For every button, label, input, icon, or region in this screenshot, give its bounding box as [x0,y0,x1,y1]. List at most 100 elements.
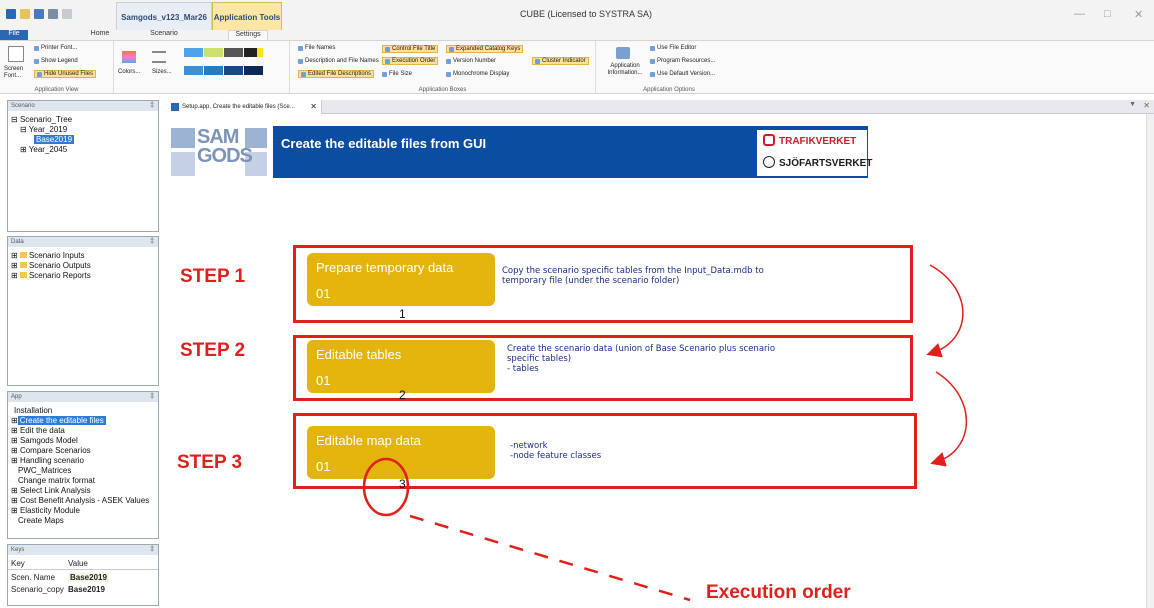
use-file-editor-option[interactable]: Use File Editor [650,45,696,51]
option-icon [298,58,303,64]
step-3-box[interactable]: Editable map data 01 [307,426,495,479]
tree-item-base2019[interactable]: Base2019 [34,135,75,144]
pin-icon[interactable]: ‡ [150,545,154,555]
app-item[interactable]: Change matrix format [18,476,95,485]
app-item[interactable]: Create Maps [18,516,64,525]
pin-icon[interactable]: ‡ [150,101,154,111]
program-resources-button[interactable]: Program Resources... [650,58,715,64]
open-icon[interactable] [20,9,30,19]
description-line: temporary file (under the scenario folde… [502,276,680,286]
color-swatch[interactable] [224,66,243,75]
step-2-box[interactable]: Editable tables 01 [307,340,495,393]
tab-settings[interactable]: Settings [228,30,268,40]
close-document-icon[interactable]: ✕ [1143,101,1150,110]
monochrome-display-option[interactable]: Monochrome Display [446,71,509,77]
info-icon[interactable] [616,47,630,59]
tree-item-scenario-tree[interactable]: ⊟ Scenario_Tree [11,115,72,124]
tab-home[interactable]: Home [80,30,120,40]
tab-scenario[interactable]: Scenario [144,30,184,40]
keys-pane-title: Keys [11,547,25,553]
pin-icon[interactable]: ‡ [150,237,154,247]
app-file-icon [171,103,179,111]
colors-icon[interactable] [122,51,136,63]
description-line: Create the scenario data (union of Base … [507,344,776,354]
edited-file-descriptions-option[interactable]: Edited File Descriptions [298,70,375,78]
toolbar-icon[interactable] [48,9,58,19]
customize-icon[interactable] [62,9,72,19]
option-icon [446,58,451,64]
tree-item-year-2019[interactable]: ⊟ Year_2019 [20,125,67,134]
app-item-label: Elasticity Module [19,506,80,515]
step-3-description: -network -node feature classes [510,441,601,461]
vertical-scrollbar[interactable] [1146,114,1154,608]
color-swatch[interactable] [184,66,203,75]
control-file-title-option[interactable]: Control File Title [382,45,439,53]
color-swatch[interactable] [244,48,263,57]
font-icon[interactable] [8,46,24,62]
step-2-order: 2 [399,388,406,402]
color-swatch[interactable] [244,66,263,75]
cluster-indicator-option[interactable]: Cluster Indicator [532,57,589,65]
tree-item-year-2045[interactable]: ⊞ Year_2045 [20,145,67,154]
samgods-logo: SAM GODS [197,127,253,167]
color-swatch[interactable] [224,48,243,57]
sizes-button[interactable]: Sizes... [152,69,172,75]
context-tab-application-tools[interactable]: Application Tools [212,2,282,32]
step-1-box[interactable]: Prepare temporary data 01 [307,253,495,306]
color-swatch[interactable] [204,48,223,57]
execution-order-option[interactable]: Execution Order [382,57,439,65]
save-icon[interactable] [34,9,44,19]
app-item-label: Edit the data [19,426,65,435]
tab-file[interactable]: File [0,30,28,40]
description-file-names-option[interactable]: Description and File Names [298,58,379,64]
printer-font-button[interactable]: Printer Font... [34,45,77,51]
tree-item-scenario-reports[interactable]: ⊞ Scenario Reports [11,271,91,280]
screen-font-button[interactable]: Screen Font... [4,66,30,80]
expanded-catalog-keys-option[interactable]: Expanded Catalog Keys [446,45,524,53]
tree-item-scenario-outputs[interactable]: ⊞ Scenario Outputs [11,261,91,270]
close-icon[interactable]: ✕ [1134,8,1143,21]
hide-unused-files-button[interactable]: Hide Unused Files [34,70,97,78]
colors-button[interactable]: Colors... [118,69,140,75]
tab-list-icon[interactable]: ▼ [1129,101,1136,108]
app-item-label: Handling scenario [19,456,84,465]
window-title: CUBE (Licensed to SYSTRA SA) [520,9,653,19]
close-tab-icon[interactable]: ✕ [310,100,317,114]
app-item[interactable]: ⊞ Edit the data [11,426,65,435]
trafikverket-icon [763,134,775,146]
context-tab-project[interactable]: Samgods_v123_Mar26 [116,2,212,32]
color-swatch[interactable] [184,48,203,57]
file-names-option[interactable]: File Names [298,45,335,51]
document-tab[interactable]: Setup.app, Create the editable files (Sc… [168,100,322,114]
version-number-option[interactable]: Version Number [446,58,496,64]
app-item[interactable]: ⊞ Elasticity Module [11,506,80,515]
logo-line: GODS [197,145,253,167]
restore-icon[interactable]: □ [1104,8,1111,20]
app-pane-title: App [11,394,22,400]
use-file-editor-label: Use File Editor [657,45,697,51]
use-default-version-button[interactable]: Use Default Version... [650,71,715,77]
value-cell[interactable]: Base2019 [68,585,105,594]
app-item[interactable]: ⊞ Cost Benefit Analysis - ASEK Values [11,496,149,505]
show-legend-button[interactable]: Show Legend [34,58,78,64]
app-item[interactable]: ⊞ Samgods Model [11,436,78,445]
hide-unused-files-label: Hide Unused Files [44,71,94,77]
app-item[interactable]: ⊞ Handling scenario [11,456,84,465]
option-icon [382,71,387,77]
app-item-selected[interactable]: ⊞ Create the editable files [11,416,106,425]
app-item[interactable]: Installation [14,406,52,415]
file-size-option[interactable]: File Size [382,71,412,77]
application-information-button[interactable]: Application Information... [602,63,648,77]
value-cell[interactable]: Base2019 [68,573,109,582]
minimize-icon[interactable]: — [1074,8,1085,20]
sizes-icon[interactable] [152,51,166,63]
app-item[interactable]: ⊞ Compare Scenarios [11,446,91,455]
tree-item-scenario-inputs[interactable]: ⊞ Scenario Inputs [11,251,85,260]
pin-icon[interactable]: ‡ [150,392,154,402]
app-icon[interactable] [6,9,16,19]
app-item-label: Create the editable files [17,416,106,425]
app-item[interactable]: PWC_Matrices [18,466,71,475]
app-item[interactable]: ⊞ Select Link Analysis [11,486,91,495]
color-swatch[interactable] [204,66,223,75]
quick-access-toolbar [6,9,72,21]
